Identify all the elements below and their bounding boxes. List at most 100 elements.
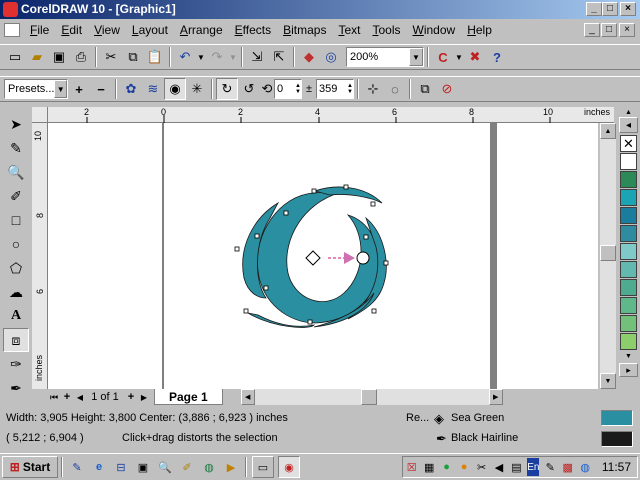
tutor-dropdown-icon[interactable]: ▼: [454, 46, 464, 68]
text-tool-icon[interactable]: A: [3, 304, 29, 328]
push-pull-distortion-icon[interactable]: ✿: [120, 78, 142, 100]
scroll-up-button[interactable]: ▲: [600, 123, 616, 139]
palette-collapse-icon[interactable]: ▸: [619, 363, 638, 377]
clockwise-rotation-icon[interactable]: ↻: [216, 78, 238, 100]
convert-to-curves-icon[interactable]: ◌: [384, 78, 406, 100]
minimize-button[interactable]: _: [586, 2, 602, 16]
menu-help[interactable]: Help: [461, 23, 498, 37]
start-button[interactable]: ⊞ Start: [2, 456, 58, 478]
cut-icon[interactable]: ✂: [100, 46, 122, 68]
palette-flyout-icon[interactable]: ◂: [619, 117, 638, 133]
new-document-icon[interactable]: ▭: [4, 46, 26, 68]
copy-distortion-icon[interactable]: ⧉: [414, 78, 436, 100]
outline-color-swatch[interactable]: [601, 431, 633, 447]
tray-tools-icon[interactable]: ✂: [475, 458, 488, 476]
menu-view[interactable]: View: [88, 23, 126, 37]
doc-restore-button[interactable]: □: [601, 23, 617, 37]
color-swatch[interactable]: [620, 279, 637, 296]
redo-dropdown-icon[interactable]: ▼: [228, 46, 238, 68]
undo-dropdown-icon[interactable]: ▼: [196, 46, 206, 68]
tray-volume-icon[interactable]: ◀: [492, 458, 505, 476]
menu-bitmaps[interactable]: Bitmaps: [277, 23, 332, 37]
color-swatch[interactable]: [620, 189, 637, 206]
menu-file[interactable]: File: [24, 23, 55, 37]
next-page-icon[interactable]: ▶: [138, 393, 150, 402]
color-swatch[interactable]: [620, 315, 637, 332]
previous-page-icon[interactable]: ◀: [74, 393, 86, 402]
tray-monitor-icon[interactable]: ▤: [510, 458, 523, 476]
spinner-icon[interactable]: ▲ ▼: [295, 83, 301, 95]
menu-window[interactable]: Window: [407, 23, 462, 37]
ruler-corner[interactable]: [32, 107, 48, 123]
complete-rotations-icon[interactable]: ⟲: [260, 78, 274, 100]
doc-close-button[interactable]: ×: [619, 23, 635, 37]
tray-globe-icon[interactable]: ◍: [578, 458, 591, 476]
first-page-icon[interactable]: ⏮: [48, 392, 60, 403]
zipper-distortion-icon[interactable]: ≋: [142, 78, 164, 100]
color-swatch[interactable]: [620, 297, 637, 314]
horizontal-scroll-thumb[interactable]: [360, 389, 377, 405]
color-swatch[interactable]: [620, 243, 637, 260]
open-folder-icon[interactable]: ▰: [26, 46, 48, 68]
menu-edit[interactable]: Edit: [55, 23, 88, 37]
add-preset-icon[interactable]: +: [68, 78, 90, 100]
export-icon[interactable]: ⇱: [268, 46, 290, 68]
import-icon[interactable]: ⇲: [246, 46, 268, 68]
copy-icon[interactable]: ⧉: [122, 46, 144, 68]
eyedropper-tool-icon[interactable]: ✑: [3, 352, 29, 376]
add-page-after-icon[interactable]: +: [124, 391, 138, 403]
center-distortion-icon[interactable]: ⊹: [362, 78, 384, 100]
additional-degrees-input[interactable]: 359 ▲ ▼: [316, 79, 354, 99]
drawing-canvas[interactable]: [48, 123, 598, 389]
pen-tool-launch-icon[interactable]: ✐: [178, 458, 196, 476]
scroll-down-button[interactable]: ▼: [600, 373, 616, 389]
tray-pen-icon[interactable]: ✎: [543, 458, 556, 476]
remove-preset-icon[interactable]: −: [90, 78, 112, 100]
color-swatch[interactable]: [620, 171, 637, 188]
outline-tool-icon[interactable]: ✒: [3, 376, 29, 400]
whats-this-help-icon[interactable]: ?: [486, 46, 508, 68]
save-icon[interactable]: ▣: [48, 46, 70, 68]
vertical-ruler[interactable]: 10 8 6 inches: [32, 123, 48, 389]
vertical-scroll-thumb[interactable]: [600, 245, 616, 261]
network-icon[interactable]: ⊟: [112, 458, 130, 476]
corel-tutor-icon[interactable]: C: [432, 46, 454, 68]
shape-tool-icon[interactable]: ✎: [3, 136, 29, 160]
ellipse-tool-icon[interactable]: ○: [3, 232, 29, 256]
doc-minimize-button[interactable]: _: [584, 23, 600, 37]
complete-rotations-input[interactable]: 0 ▲ ▼: [274, 79, 302, 99]
corel-online-icon[interactable]: ◎: [320, 46, 342, 68]
page-tab[interactable]: Page 1: [154, 389, 223, 405]
horizontal-scrollbar[interactable]: ◀ ▶: [240, 389, 503, 405]
internet-explorer-icon[interactable]: e: [90, 458, 108, 476]
horizontal-ruler[interactable]: 2 0 2 4 6 8 10 inches: [32, 107, 614, 123]
menu-effects[interactable]: Effects: [229, 23, 277, 37]
redo-icon[interactable]: ↷: [206, 46, 228, 68]
close-button[interactable]: ×: [620, 2, 636, 16]
polygon-tool-icon[interactable]: ⬠: [3, 256, 29, 280]
menu-tools[interactable]: Tools: [366, 23, 406, 37]
maximize-button[interactable]: □: [602, 2, 618, 16]
menu-text[interactable]: Text: [332, 23, 366, 37]
additional-degrees-icon[interactable]: ±: [302, 78, 316, 100]
taskbar-window-button[interactable]: ▭: [252, 456, 274, 478]
app-launcher-icon[interactable]: ◆: [298, 46, 320, 68]
fill-color-swatch[interactable]: [601, 410, 633, 426]
undo-icon[interactable]: ↶: [174, 46, 196, 68]
add-new-distortion-icon[interactable]: ✳: [186, 78, 208, 100]
color-swatch[interactable]: [620, 261, 637, 278]
taskbar-coreldraw-button[interactable]: ◉: [278, 456, 300, 478]
twister-distortion-icon[interactable]: ◉: [164, 78, 186, 100]
color-swatch[interactable]: [620, 333, 637, 350]
presets-select[interactable]: Presets... ▼: [4, 79, 68, 99]
tray-checkbox-icon[interactable]: ☒: [405, 458, 418, 476]
menu-layout[interactable]: Layout: [126, 23, 174, 37]
vertical-scrollbar[interactable]: ▲ ▼: [600, 123, 616, 389]
zoom-tool-icon[interactable]: 🔍: [3, 160, 29, 184]
media-player-icon[interactable]: ▶: [222, 458, 240, 476]
menu-arrange[interactable]: Arrange: [174, 23, 229, 37]
app-icon[interactable]: [3, 2, 18, 17]
pick-tool-icon[interactable]: ➤: [3, 112, 29, 136]
basic-shapes-tool-icon[interactable]: ☁: [3, 280, 29, 304]
rectangle-tool-icon[interactable]: □: [3, 208, 29, 232]
